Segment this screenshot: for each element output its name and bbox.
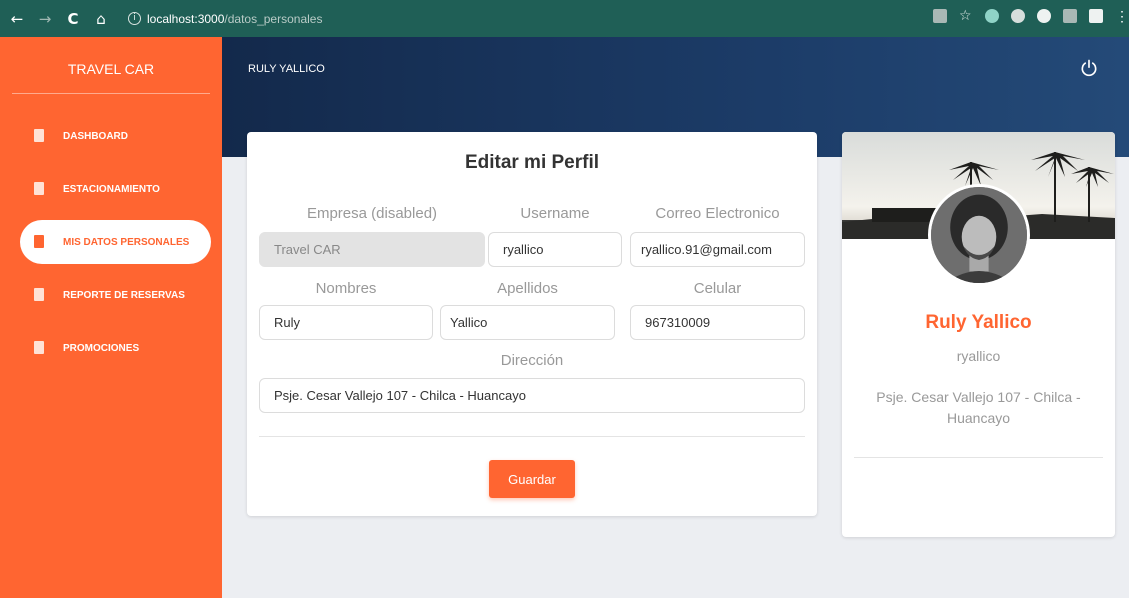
direccion-field[interactable]: Psje. Cesar Vallejo 107 - Chilca - Huanc… (259, 378, 805, 413)
email-field[interactable]: ryallico.91@gmail.com (630, 232, 805, 267)
bookmark-star-icon[interactable]: ☆ (959, 9, 973, 23)
sidebar-menu: DASHBOARD ESTACIONAMIENTO MIS DATOS PERS… (0, 114, 222, 379)
sidebar-item-label: ESTACIONAMIENTO (63, 183, 160, 195)
kebab-menu-icon[interactable]: ⋮ (1115, 9, 1129, 23)
sidebar-item-promociones[interactable]: PROMOCIONES (0, 326, 222, 370)
edit-profile-card: Editar mi Perfil Empresa (disabled) User… (247, 132, 817, 516)
url-host: localhost:3000 (147, 11, 225, 26)
profile-card: Ruly Yallico ryallico Psje. Cesar Vallej… (842, 132, 1115, 537)
nombres-field[interactable]: Ruly (259, 305, 433, 340)
correo-label: Correo Electronico (655, 205, 780, 222)
profile-divider (854, 457, 1103, 458)
document-icon (34, 235, 44, 248)
browser-toolbar: ← → C ⌂ i localhost:3000/datos_personale… (0, 0, 1129, 163)
document-icon (34, 182, 44, 195)
profile-name: Ruly Yallico (925, 312, 1032, 333)
home-icon[interactable]: ⌂ (90, 10, 112, 28)
apellidos-field[interactable]: Yallico (440, 305, 615, 340)
nombres-label: Nombres (315, 280, 377, 297)
celular-field[interactable]: 967310009 (630, 305, 805, 340)
card-title: Editar mi Perfil (464, 152, 600, 173)
sidebar-item-label: REPORTE DE RESERVAS (63, 289, 185, 301)
reload-icon[interactable]: C (62, 10, 84, 28)
page-user-title: RULY YALLICO (248, 63, 325, 75)
address-bar[interactable]: i localhost:3000/datos_personales (120, 6, 330, 32)
sidebar-item-reporte-de-reservas[interactable]: REPORTE DE RESERVAS (0, 273, 222, 317)
celular-label: Celular (693, 280, 742, 297)
profile-address: Psje. Cesar Vallejo 107 - Chilca - Huanc… (876, 389, 1081, 426)
document-icon (34, 341, 44, 354)
save-button[interactable]: Guardar (489, 460, 575, 498)
sidebar-item-mis-datos-personales[interactable]: MIS DATOS PERSONALES (20, 220, 211, 264)
empresa-label: Empresa (disabled) (306, 205, 438, 222)
profile-username: ryallico (956, 348, 1001, 364)
extension-pen-icon[interactable] (985, 9, 999, 23)
username-field[interactable]: ryallico (488, 232, 622, 267)
sidebar-item-label: MIS DATOS PERSONALES (63, 236, 190, 248)
forward-arrow-icon[interactable]: → (34, 10, 56, 28)
sidebar-item-estacionamiento[interactable]: ESTACIONAMIENTO (0, 167, 222, 211)
extension-circle-icon[interactable] (1037, 9, 1051, 23)
extensions-area: ☆ ⋮ (933, 9, 1129, 163)
sidebar-divider (12, 93, 210, 94)
sidebar-item-dashboard[interactable]: DASHBOARD (0, 114, 222, 158)
apellidos-label: Apellidos (497, 280, 558, 297)
sidebar-item-label: DASHBOARD (63, 130, 128, 142)
card-divider (259, 436, 805, 437)
power-icon[interactable] (1079, 58, 1099, 78)
extension-square-icon[interactable] (1063, 9, 1077, 23)
direccion-label: Dirección (500, 352, 564, 369)
browser-nav: ← → C ⌂ (0, 10, 112, 28)
sidebar: TRAVEL CAR DASHBOARD ESTACIONAMIENTO MIS… (0, 37, 222, 598)
extension-icon[interactable] (1011, 9, 1025, 23)
document-icon (34, 288, 44, 301)
document-icon (34, 129, 44, 142)
username-label: Username (520, 205, 590, 222)
info-icon[interactable]: i (128, 12, 141, 25)
back-arrow-icon[interactable]: ← (6, 10, 28, 28)
translate-icon[interactable] (933, 9, 947, 23)
avatar[interactable] (928, 184, 1030, 286)
url-path: /datos_personales (224, 11, 323, 26)
puzzle-icon[interactable] (1089, 9, 1103, 23)
empresa-field: Travel CAR (259, 232, 485, 267)
brand-logo[interactable]: TRAVEL CAR (0, 37, 222, 93)
sidebar-item-label: PROMOCIONES (63, 342, 140, 354)
